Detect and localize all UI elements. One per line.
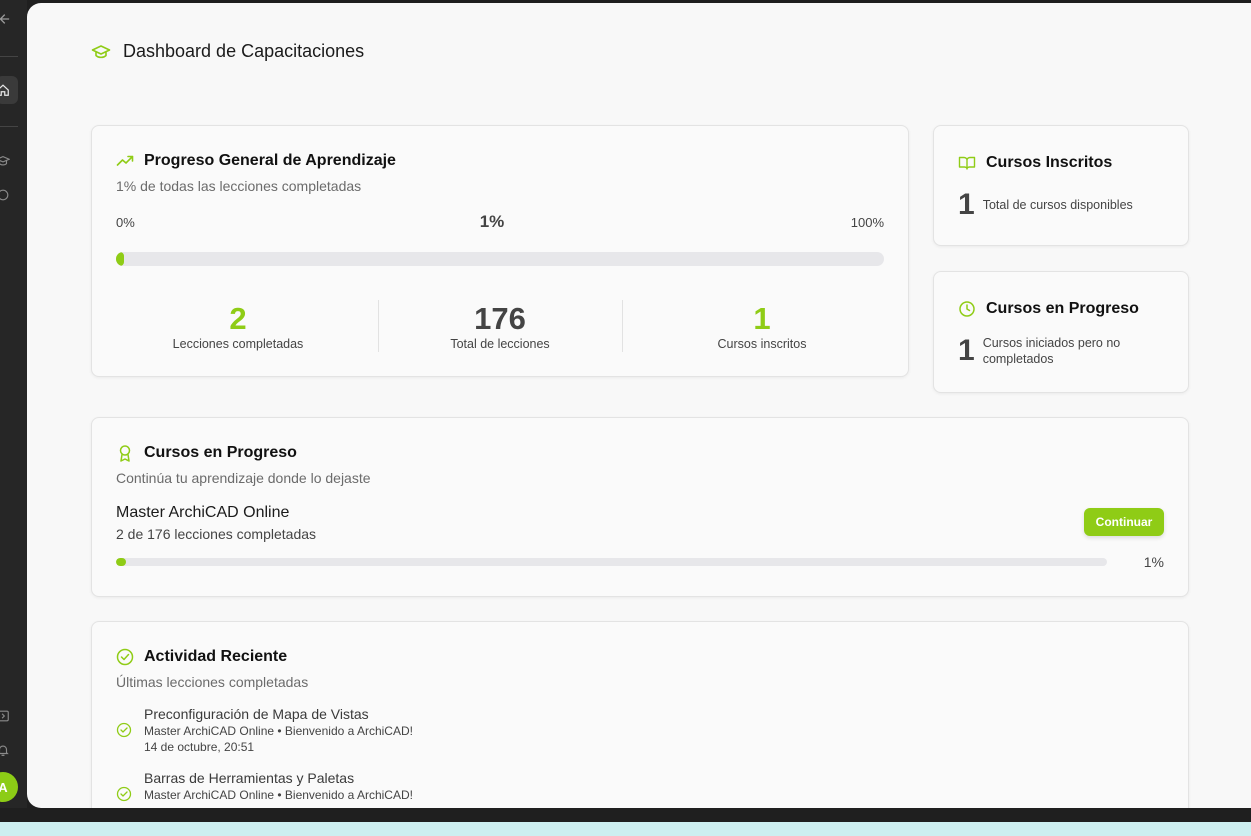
course-progress-bar xyxy=(116,558,1107,566)
recent-activity-section: Actividad Reciente Últimas lecciones com… xyxy=(91,621,1189,808)
app-frame: A Dashboard de Capacitaciones Progreso G… xyxy=(0,0,1251,822)
bell-icon[interactable] xyxy=(0,741,12,759)
activity-section-title-text: Actividad Reciente xyxy=(144,648,288,665)
activity-item[interactable]: Preconfiguración de Mapa de Vistas Maste… xyxy=(116,706,413,754)
stat-lessons-completed: 2 Lecciones completadas xyxy=(116,301,360,352)
activity-meta: Master ArchiCAD Online • Bienvenido a Ar… xyxy=(144,724,413,738)
course-progress-fill xyxy=(116,558,126,566)
in-progress-card-body: 1 Cursos iniciados pero no completados xyxy=(958,334,1143,368)
overall-progress-bar xyxy=(116,252,884,266)
courses-section-subtitle: Continúa tu aprendizaje donde lo dejaste xyxy=(116,470,371,486)
activity-date: 14 de octubre, 20:51 xyxy=(144,740,255,754)
progress-card-subtitle: 1% de todas las lecciones completadas xyxy=(116,178,362,194)
overall-progress-fill xyxy=(116,252,124,266)
enrolled-courses-card: Cursos Inscritos 1 Total de cursos dispo… xyxy=(933,125,1189,246)
progress-card-title: Progreso General de Aprendizaje xyxy=(116,152,396,170)
stat-label: Lecciones completadas xyxy=(172,337,304,351)
page-header: Dashboard de Capacitaciones xyxy=(91,41,364,62)
page-title: Dashboard de Capacitaciones xyxy=(123,41,365,61)
sidebar-divider xyxy=(0,126,18,127)
check-circle-icon xyxy=(116,786,132,802)
in-progress-description: Cursos iniciados pero no completados xyxy=(982,336,1121,366)
stat-value: 2 xyxy=(229,301,247,336)
activity-item-text: Barras de Herramientas y Paletas Master … xyxy=(144,770,413,804)
clock-icon xyxy=(959,301,975,317)
progress-general-card: Progreso General de Aprendizaje 1% de to… xyxy=(91,125,909,377)
circle-icon[interactable] xyxy=(0,186,12,204)
graduation-cap-icon[interactable] xyxy=(0,152,12,170)
course-name: Master ArchiCAD Online xyxy=(116,504,290,521)
in-progress-card-title: Cursos en Progreso xyxy=(958,300,1139,318)
stat-value: 176 xyxy=(474,301,526,336)
in-progress-value: 1 xyxy=(958,334,975,367)
trending-up-icon xyxy=(116,155,134,166)
check-circle-icon xyxy=(116,648,134,666)
main-content: Dashboard de Capacitaciones Progreso Gen… xyxy=(27,3,1251,808)
book-open-icon xyxy=(958,156,976,170)
course-progress-label: 1% xyxy=(1143,554,1164,570)
courses-in-progress-section: Cursos en Progreso Continúa tu aprendiza… xyxy=(91,417,1189,597)
home-icon[interactable] xyxy=(0,81,12,99)
check-circle-icon xyxy=(116,722,132,738)
enrolled-card-title-text: Cursos Inscritos xyxy=(986,154,1113,171)
stat-value: 1 xyxy=(753,301,771,336)
progress-current-label: 1% xyxy=(479,212,505,231)
progress-max-label: 100% xyxy=(850,215,884,230)
continue-button[interactable]: Continuar xyxy=(1084,508,1164,536)
taskbar-strip xyxy=(0,822,1251,836)
sidebar: A xyxy=(0,0,27,808)
arrow-left-icon[interactable] xyxy=(0,10,12,28)
sidebar-divider xyxy=(0,56,18,57)
course-lessons-text: 2 de 176 lecciones completadas xyxy=(116,526,317,542)
award-icon xyxy=(119,445,131,462)
stat-label: Cursos inscritos xyxy=(717,337,807,351)
enrolled-card-body: 1 Total de cursos disponibles xyxy=(958,188,1133,222)
avatar[interactable]: A xyxy=(0,772,18,802)
activity-section-subtitle: Últimas lecciones completadas xyxy=(116,674,309,690)
activity-item[interactable]: Barras de Herramientas y Paletas Master … xyxy=(116,770,413,804)
stat-total-lessons: 176 Total de lecciones xyxy=(378,301,622,352)
activity-section-title: Actividad Reciente xyxy=(116,648,287,666)
in-progress-courses-card: Cursos en Progreso 1 Cursos iniciados pe… xyxy=(933,271,1189,393)
progress-card-title-text: Progreso General de Aprendizaje xyxy=(144,152,396,169)
courses-section-title: Cursos en Progreso xyxy=(116,444,297,462)
stat-label: Total de lecciones xyxy=(450,337,550,351)
enrolled-description: Total de cursos disponibles xyxy=(982,198,1133,212)
activity-title: Preconfiguración de Mapa de Vistas xyxy=(144,706,369,722)
enrolled-card-title: Cursos Inscritos xyxy=(958,154,1112,172)
courses-section-title-text: Cursos en Progreso xyxy=(144,444,297,461)
activity-title: Barras de Herramientas y Paletas xyxy=(144,770,355,786)
activity-item-text: Preconfiguración de Mapa de Vistas Maste… xyxy=(144,706,413,754)
graduation-cap-icon xyxy=(91,44,111,58)
stat-divider xyxy=(622,300,623,352)
activity-meta: Master ArchiCAD Online • Bienvenido a Ar… xyxy=(144,788,413,802)
in-progress-card-title-text: Cursos en Progreso xyxy=(986,300,1139,317)
enrolled-value: 1 xyxy=(958,188,975,221)
panel-icon[interactable] xyxy=(0,707,12,725)
stat-enrolled-courses: 1 Cursos inscritos xyxy=(642,301,882,352)
